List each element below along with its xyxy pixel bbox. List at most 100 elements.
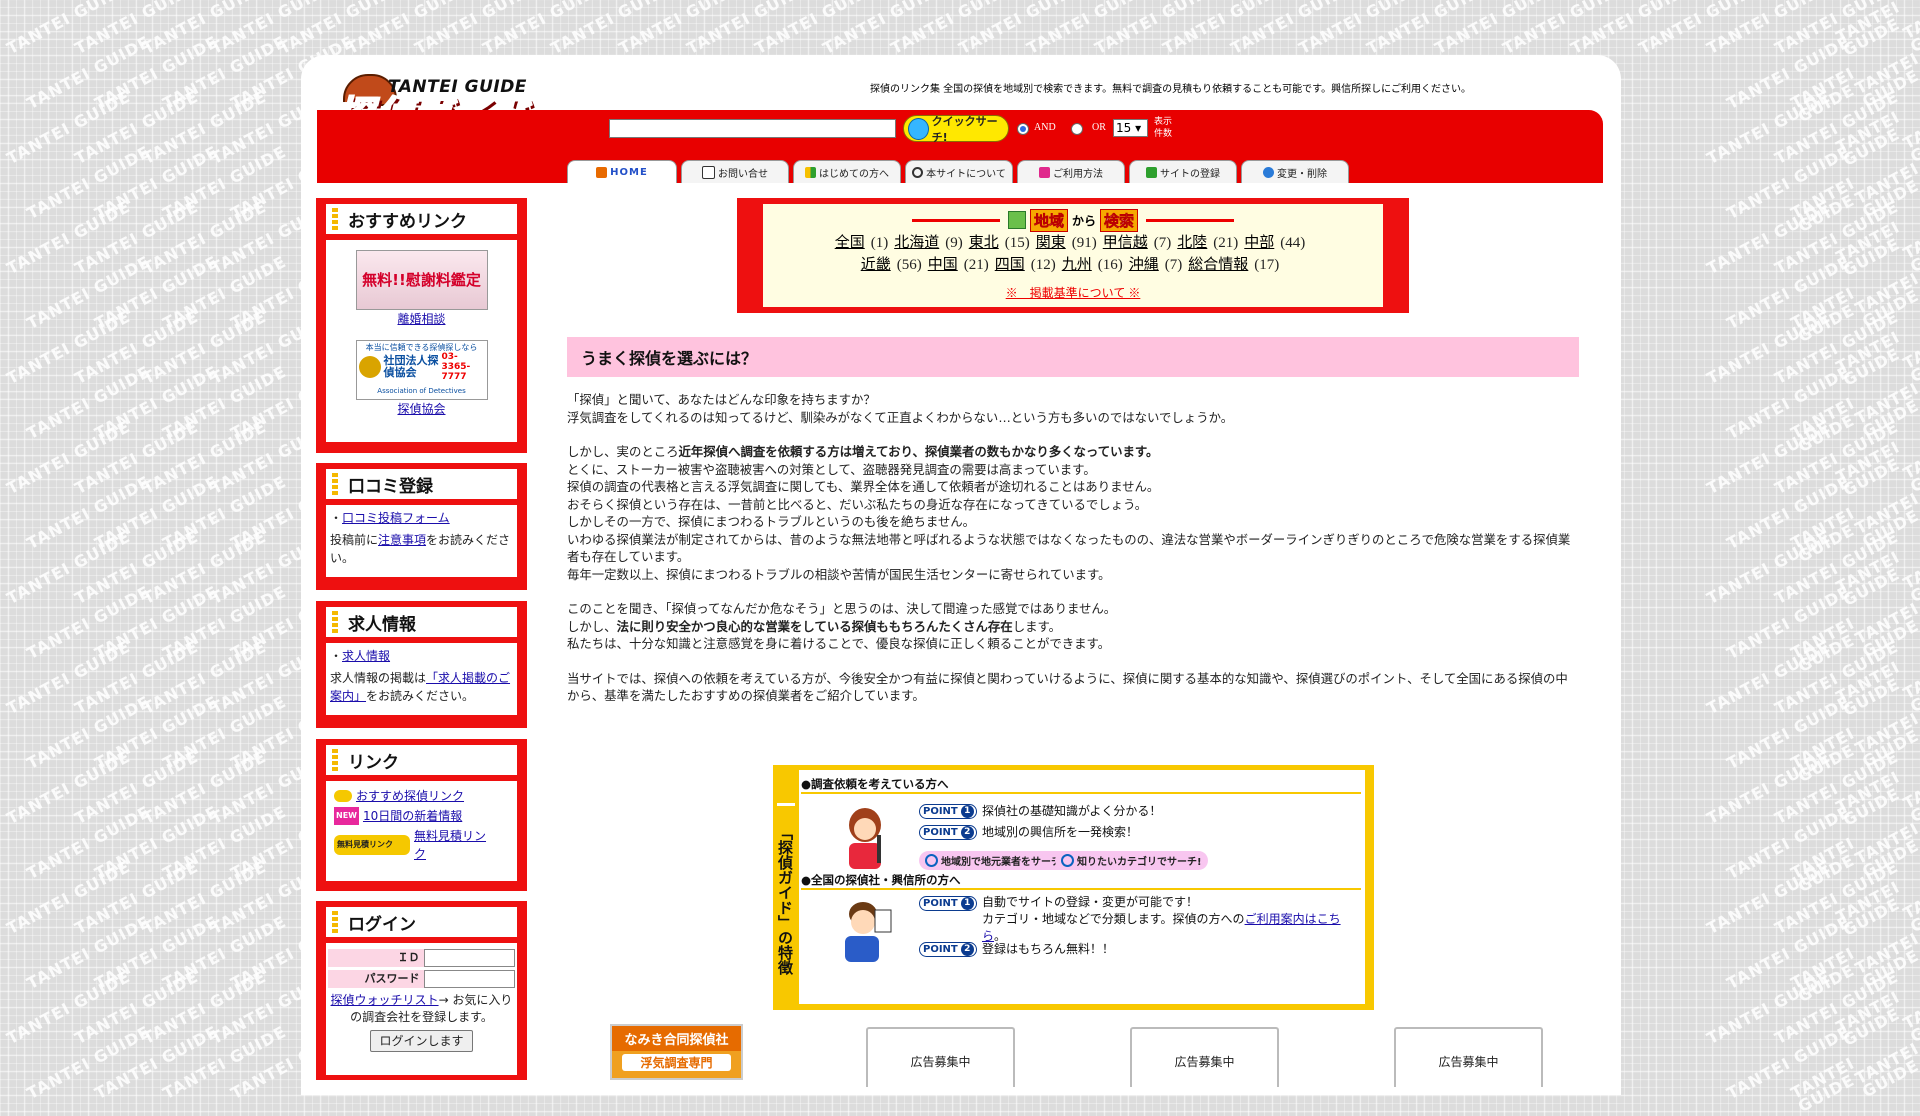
- jobs-title: 求人情報: [326, 607, 517, 637]
- region-link[interactable]: 近畿: [861, 257, 891, 273]
- region-count: (12): [1030, 257, 1056, 273]
- magnifier-icon: [1061, 854, 1074, 867]
- point-2-badge: POINT 2: [919, 942, 977, 957]
- features-panel: 「探偵ガイド」の特徴 ●調査依頼を考えている方へ POINT 1 探偵社の基礎知識…: [773, 765, 1374, 1010]
- region-count: (44): [1280, 235, 1306, 251]
- namiki-detective-ad[interactable]: なみき合同探偵社 浮気調査専門: [610, 1024, 743, 1080]
- detective-association-link[interactable]: 探偵協会: [330, 400, 513, 418]
- smiley-icon: [908, 117, 929, 140]
- review-form-link[interactable]: 口コミ投稿フォーム: [342, 511, 450, 525]
- region-link[interactable]: 四国: [995, 257, 1025, 273]
- banner-text: 無料!!慰謝料鑑定: [362, 271, 481, 289]
- region-count: (91): [1071, 235, 1097, 251]
- region-link[interactable]: 北陸: [1177, 235, 1207, 251]
- s1-point2-text: 地域別の興信所を一発検索！: [982, 825, 1139, 839]
- link-item[interactable]: おすすめ探偵リンク: [330, 787, 513, 805]
- review-notes-link[interactable]: 注意事項: [378, 533, 426, 547]
- magnifier-icon: [912, 166, 924, 178]
- heading-line: [911, 218, 1000, 222]
- watermark-text: TANTEI GUIDE: [3, 86, 134, 169]
- quick-search-label: クイックサーチ!: [931, 114, 998, 144]
- recommended-links-title: おすすめリンク: [326, 204, 517, 234]
- region-link[interactable]: 総合情報: [1188, 257, 1248, 273]
- region-search-heading: 地域 から 検索: [763, 208, 1383, 232]
- detective-association-banner[interactable]: 本当に信頼できる探偵探しなら 社団法人探偵協会 03-3365-7777 Ass…: [355, 340, 488, 400]
- links-box: リンク おすすめ探偵リンク NEW 10日間の新着情報 無料見積リンク 無料見積…: [316, 739, 527, 891]
- consolation-money-banner[interactable]: 無料!!慰謝料鑑定: [355, 250, 488, 310]
- watermark-text: TANTEI GUIDE: [1703, 196, 1834, 279]
- title-bar-icon: [332, 749, 338, 771]
- tab-register[interactable]: サイトの登録: [1129, 160, 1237, 183]
- or-radio[interactable]: [1071, 123, 1083, 135]
- tab-about[interactable]: 本サイトについて: [905, 160, 1013, 183]
- tab-usage[interactable]: ご利用方法: [1017, 160, 1125, 183]
- note-icon: [1039, 166, 1050, 178]
- s1-point1-text: 探偵社の基礎知識がよく分かる！: [982, 804, 1162, 818]
- tab-label: サイトの登録: [1160, 168, 1220, 180]
- region-count: (9): [945, 235, 963, 251]
- recommend-icon: [334, 790, 352, 802]
- ad-slot[interactable]: 広告募集中: [1394, 1027, 1543, 1087]
- watermark-text: TANTEI GUIDE: [3, 856, 134, 939]
- region-link[interactable]: 沖縄: [1129, 257, 1159, 273]
- region-link[interactable]: 全国: [835, 235, 865, 251]
- divorce-consult-link[interactable]: 離婚相談: [330, 310, 513, 328]
- jobs-link[interactable]: 求人情報: [342, 649, 390, 663]
- review-title: 口コミ登録: [326, 469, 517, 499]
- s2-point1-text: 自動でサイトの登録・変更が可能です！: [982, 895, 1199, 909]
- tab-label: ご利用方法: [1053, 168, 1103, 180]
- article-heading: うまく探偵を選ぶには？: [567, 337, 1579, 377]
- id-label: ＩＤ: [328, 949, 424, 967]
- mail-icon: [702, 165, 715, 179]
- region-link[interactable]: 中国: [928, 257, 958, 273]
- login-button[interactable]: ログインします: [370, 1030, 473, 1052]
- site-tagline: 探偵のリンク集 全国の探偵を地域別で検索できます。無料で調査の見積もり依頼するこ…: [870, 84, 1471, 95]
- category-search-pill-button[interactable]: 知りたいカテゴリでサーチ!: [1055, 851, 1208, 870]
- region-link[interactable]: 東北: [969, 235, 999, 251]
- result-count-select[interactable]: 15 ▾: [1113, 119, 1148, 137]
- recommended-links-box: おすすめリンク 無料!!慰謝料鑑定 離婚相談 本当に信頼できる探偵探しなら 社団…: [316, 198, 527, 453]
- tab-edit-delete[interactable]: 変更・削除: [1241, 160, 1349, 183]
- login-title: ログイン: [326, 907, 517, 937]
- watermark-text: TANTEI GUIDE: [3, 746, 134, 829]
- link-item[interactable]: 無料見積リンク 無料見積リンク: [330, 827, 513, 863]
- review-body: ・口コミ投稿フォーム 投稿前に注意事項をお読みください。: [326, 505, 517, 577]
- tab-contact[interactable]: お問い合せ: [681, 160, 789, 183]
- home-icon: [596, 166, 608, 178]
- s2-point2-text: 登録はもちろん無料！！: [982, 942, 1115, 956]
- watchlist-link[interactable]: 探偵ウォッチリスト: [331, 993, 439, 1007]
- password-input[interactable]: [423, 970, 515, 988]
- region-count: (21): [1213, 235, 1239, 251]
- quick-search-button[interactable]: クイックサーチ!: [903, 114, 1009, 144]
- title-bar-icon: [332, 208, 338, 230]
- ad-slot[interactable]: 広告募集中: [1130, 1027, 1279, 1087]
- review-box: 口コミ登録 ・口コミ投稿フォーム 投稿前に注意事項をお読みください。: [316, 463, 527, 590]
- region-link[interactable]: 中部: [1244, 235, 1274, 251]
- map-icon: [1007, 211, 1026, 229]
- ad-company-name: なみき合同探偵社: [612, 1026, 741, 1051]
- links-body: おすすめ探偵リンク NEW 10日間の新着情報 無料見積リンク 無料見積リンク: [326, 781, 517, 881]
- ad-slot[interactable]: 広告募集中: [866, 1027, 1015, 1087]
- jobs-box: 求人情報 ・求人情報 求人情報の掲載は「求人掲載のご案内」をお読みください。: [316, 601, 527, 728]
- watermark-text: TANTEI GUIDE: [1703, 636, 1834, 719]
- criteria-link[interactable]: ※ 掲載基準について ※: [1006, 286, 1141, 300]
- search-input[interactable]: [609, 119, 896, 138]
- region-link[interactable]: 北海道: [894, 235, 939, 251]
- tab-home[interactable]: HOME: [567, 160, 677, 183]
- pencil-icon: [1146, 166, 1157, 178]
- link-item[interactable]: NEW 10日間の新着情報: [330, 807, 513, 825]
- region-link[interactable]: 甲信越: [1103, 235, 1148, 251]
- region-search-pill-button[interactable]: 地域別で地元業者をサーチ!: [919, 851, 1072, 870]
- point-1-badge: POINT 1: [919, 804, 977, 819]
- tab-label: HOME: [610, 166, 648, 178]
- watermark-text: TANTEI GUIDE: [3, 526, 134, 609]
- id-input[interactable]: [423, 949, 515, 967]
- region-search-inner: 地域 から 検索 全国 (1) 北海道 (9) 東北 (15) 関東 (91) 甲信越 (7) 北陸…: [763, 204, 1383, 307]
- watermark-text: TANTEI GUIDE: [1703, 746, 1834, 829]
- region-link[interactable]: 関東: [1036, 235, 1066, 251]
- region-link[interactable]: 九州: [1062, 257, 1092, 273]
- tab-beginner[interactable]: はじめての方へ: [793, 160, 901, 183]
- region-count: (21): [963, 257, 989, 273]
- s2-point1-detail: カテゴリ・地域などで分類します。探偵の方へのご利用案内はこちら。: [982, 912, 1341, 943]
- and-radio[interactable]: [1017, 123, 1029, 135]
